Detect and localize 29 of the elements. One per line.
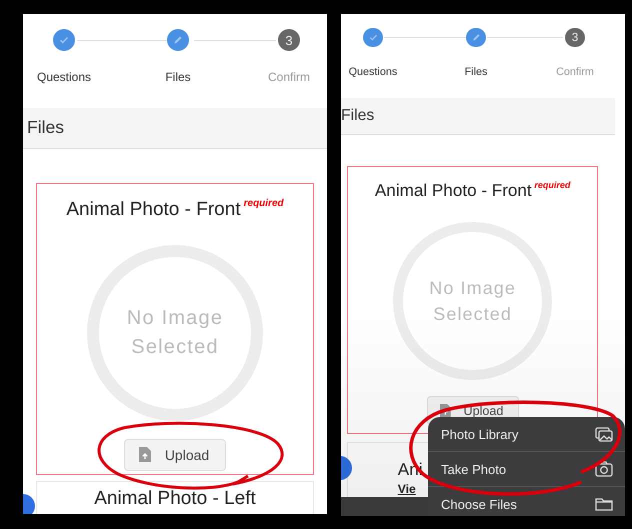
step-number: 3 xyxy=(572,30,578,44)
required-label: required xyxy=(534,180,570,190)
step-label: Files xyxy=(464,64,488,79)
pencil-icon xyxy=(470,32,482,43)
section-title: Files xyxy=(27,117,64,138)
file-upload-icon xyxy=(138,447,151,462)
step-label: Questions xyxy=(348,64,398,79)
view-link[interactable]: Vie xyxy=(398,482,416,496)
pencil-icon xyxy=(172,34,184,46)
check-icon xyxy=(368,32,378,43)
step-label: Questions xyxy=(36,70,92,86)
upload-button[interactable]: Upload xyxy=(124,438,226,471)
placeholder-text: No Image Selected xyxy=(428,276,517,326)
photos-icon xyxy=(595,426,613,442)
placeholder-text: No Image Selected xyxy=(126,306,224,360)
menu-item[interactable]: Photo Library xyxy=(428,417,625,452)
section-title: Files xyxy=(341,107,374,126)
step-number: 3 xyxy=(285,32,293,48)
card-title: Animal Photo - Left xyxy=(94,487,256,512)
step-label: Confirm xyxy=(268,70,310,86)
step-label: Files xyxy=(165,70,191,86)
card-title: Animal Photo - Front xyxy=(66,198,241,222)
required-label: required xyxy=(244,198,284,209)
menu-item[interactable]: Take Photo xyxy=(428,452,625,487)
step-label: Confirm xyxy=(556,64,594,79)
folder-icon xyxy=(595,496,613,512)
camera-icon xyxy=(595,461,613,477)
card-title: Animal Photo - Front xyxy=(374,180,532,201)
menu-item[interactable]: Choose Files xyxy=(428,487,625,516)
